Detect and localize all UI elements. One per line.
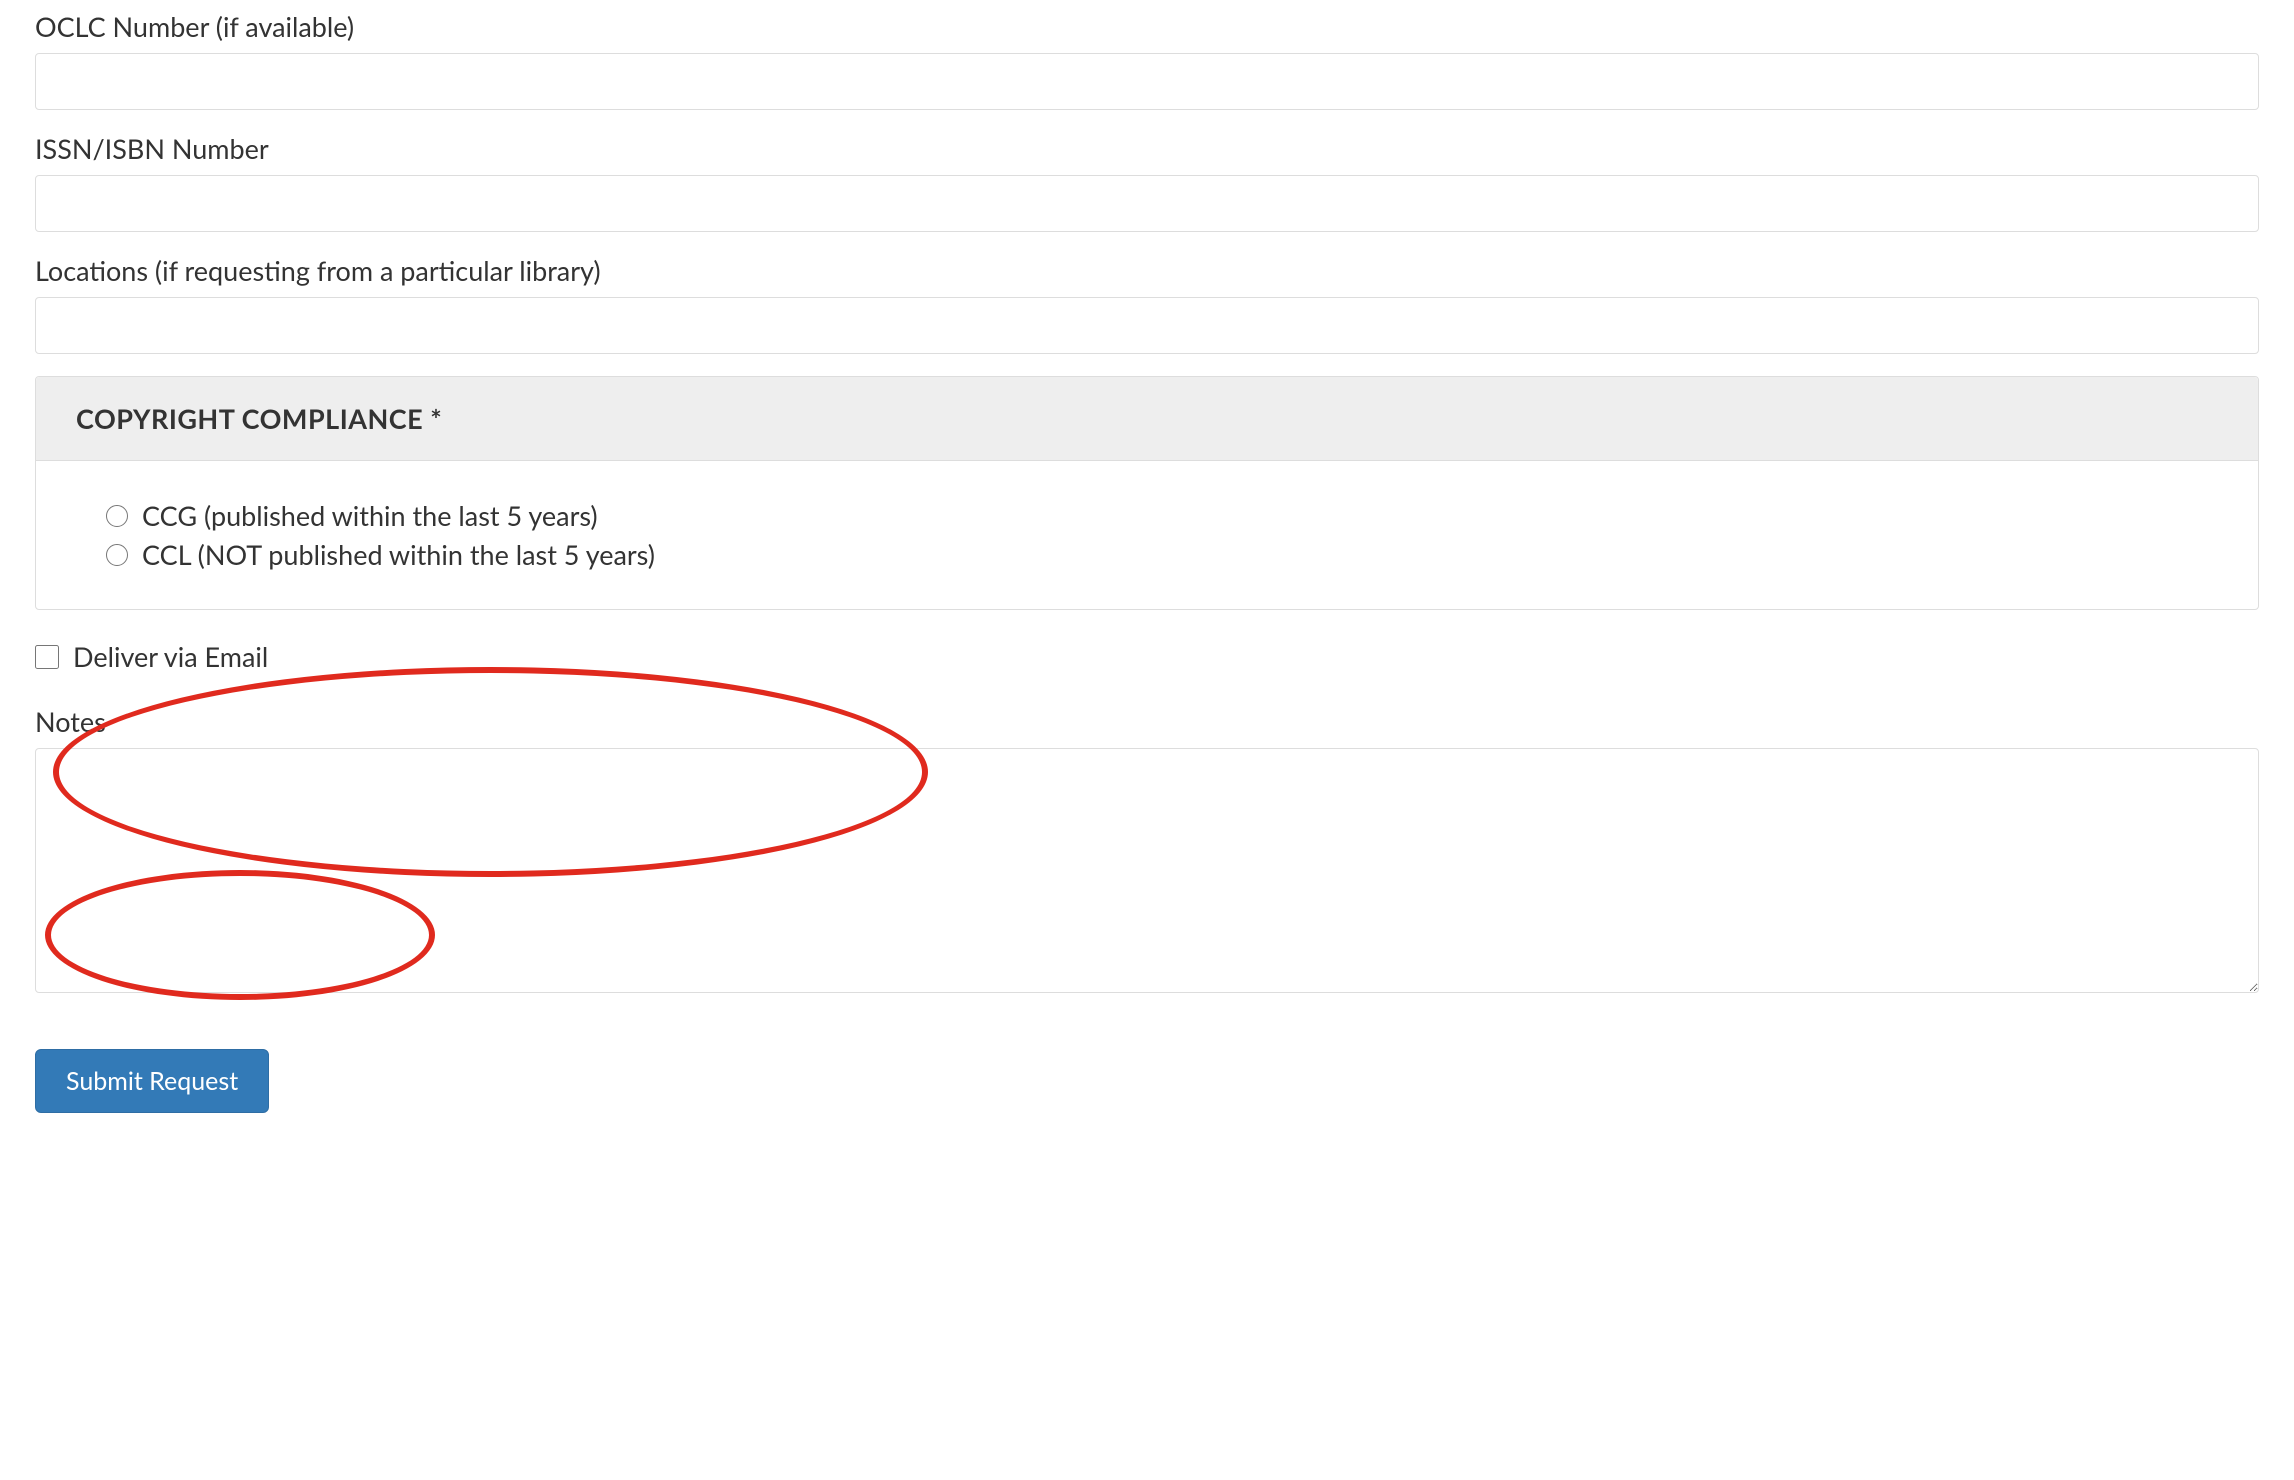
deliver-via-email-label: Deliver via Email bbox=[73, 640, 268, 673]
locations-label: Locations (if requesting from a particul… bbox=[35, 254, 2259, 287]
notes-textarea[interactable] bbox=[35, 748, 2259, 993]
deliver-via-email-checkbox[interactable] bbox=[35, 645, 59, 669]
copyright-option-ccl[interactable]: CCL (NOT published within the last 5 yea… bbox=[106, 538, 2233, 571]
oclc-label: OCLC Number (if available) bbox=[35, 10, 2259, 43]
copyright-panel-header-text: COPYRIGHT COMPLIANCE * bbox=[76, 402, 442, 435]
copyright-radio-ccg[interactable] bbox=[106, 505, 128, 527]
copyright-option-ccg[interactable]: CCG (published within the last 5 years) bbox=[106, 499, 2233, 532]
copyright-radio-ccl[interactable] bbox=[106, 544, 128, 566]
copyright-panel-header: COPYRIGHT COMPLIANCE * bbox=[36, 377, 2258, 461]
issn-isbn-input[interactable] bbox=[35, 175, 2259, 232]
form-group-locations: Locations (if requesting from a particul… bbox=[35, 254, 2259, 354]
deliver-via-email-row[interactable]: Deliver via Email bbox=[35, 640, 2259, 673]
form-group-issn-isbn: ISSN/ISBN Number bbox=[35, 132, 2259, 232]
submit-request-button[interactable]: Submit Request bbox=[35, 1049, 269, 1113]
form-group-oclc: OCLC Number (if available) bbox=[35, 10, 2259, 110]
locations-input[interactable] bbox=[35, 297, 2259, 354]
copyright-panel-body: CCG (published within the last 5 years) … bbox=[36, 461, 2258, 609]
notes-label: Notes bbox=[35, 705, 2259, 738]
issn-isbn-label: ISSN/ISBN Number bbox=[35, 132, 2259, 165]
copyright-compliance-panel: COPYRIGHT COMPLIANCE * CCG (published wi… bbox=[35, 376, 2259, 610]
copyright-radio-ccl-label: CCL (NOT published within the last 5 yea… bbox=[142, 538, 655, 571]
copyright-radio-ccg-label: CCG (published within the last 5 years) bbox=[142, 499, 598, 532]
form-group-notes: Notes bbox=[35, 705, 2259, 997]
oclc-input[interactable] bbox=[35, 53, 2259, 110]
